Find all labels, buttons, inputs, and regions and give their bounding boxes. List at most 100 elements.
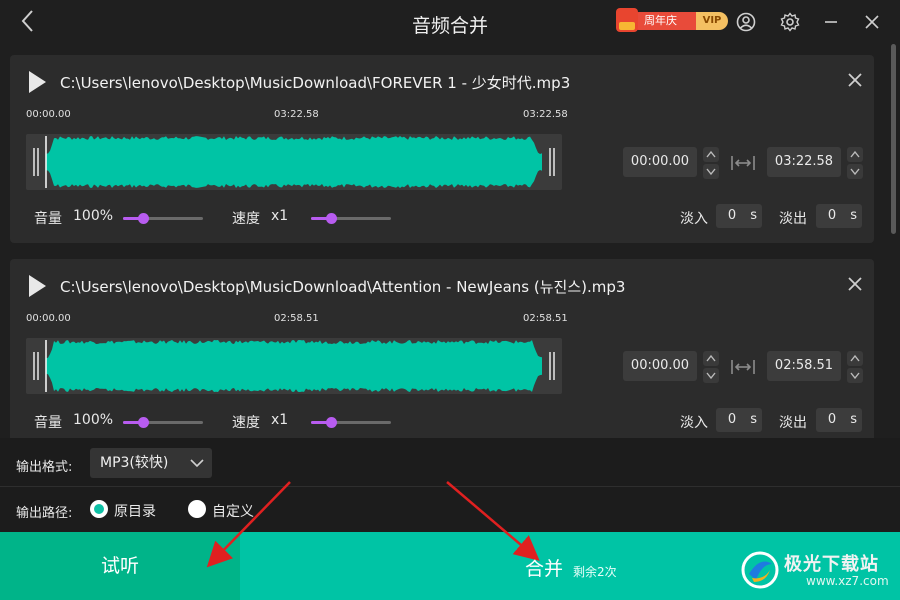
user-icon: [736, 12, 756, 32]
timeline-start-label: 00:00.00: [26, 109, 71, 120]
output-path-label: 输出路径:: [16, 506, 73, 521]
chevron-down-icon: [850, 372, 860, 380]
speed-slider[interactable]: [311, 213, 391, 225]
trim-end-handle[interactable]: [544, 134, 560, 190]
close-window-button[interactable]: [861, 11, 883, 33]
site-logo-icon: [741, 551, 779, 589]
fade-out-input[interactable]: 0 s: [816, 204, 862, 228]
fade-out-unit: s: [850, 412, 857, 427]
watermark-name: 极光下载站: [784, 554, 879, 575]
anniversary-promo-badge[interactable]: 周年庆 VIP: [616, 8, 728, 32]
increment-button[interactable]: [703, 147, 719, 162]
watermark: 极光下载站 www.xz7.com: [740, 548, 890, 592]
play-button[interactable]: [26, 69, 48, 95]
scrollbar-thumb[interactable]: [891, 44, 896, 234]
gift-icon: [616, 8, 638, 32]
fade-in-unit: s: [750, 412, 757, 427]
vip-label: VIP: [696, 12, 728, 30]
fade-in-label: 淡入: [680, 415, 708, 431]
slider-knob[interactable]: [138, 417, 149, 428]
fade-out-input[interactable]: 0 s: [816, 408, 862, 432]
decrement-button[interactable]: [703, 164, 719, 179]
range-end-input[interactable]: 02:58.51: [767, 351, 841, 381]
range-end-input[interactable]: 03:22.58: [767, 147, 841, 177]
promo-label: 周年庆: [630, 12, 700, 30]
waveform-shape: [46, 136, 542, 188]
minimize-button[interactable]: [820, 11, 842, 33]
back-button[interactable]: [16, 8, 40, 34]
radio-original-directory[interactable]: [90, 500, 108, 518]
preview-button[interactable]: 试听: [0, 532, 240, 600]
volume-slider[interactable]: [123, 213, 203, 225]
radio-custom-directory[interactable]: [188, 500, 206, 518]
play-button[interactable]: [26, 273, 48, 299]
chevron-down-icon: [706, 168, 716, 176]
chevron-up-icon: [850, 354, 860, 362]
minimize-icon: [825, 21, 837, 23]
timeline-mid-label: 03:22.58: [274, 109, 319, 120]
decrement-button[interactable]: [703, 368, 719, 383]
close-icon: [848, 277, 862, 291]
fade-in-unit: s: [750, 208, 757, 223]
watermark-url: www.xz7.com: [806, 574, 889, 588]
track-list[interactable]: C:\Users\lenovo\Desktop\MusicDownload\FO…: [0, 44, 900, 438]
close-icon: [865, 15, 879, 29]
output-format-select[interactable]: MP3(较快): [90, 448, 212, 478]
timeline-mid-label: 02:58.51: [274, 313, 319, 324]
chevron-up-icon: [706, 354, 716, 362]
decrement-button[interactable]: [847, 368, 863, 383]
output-settings: 输出格式: MP3(较快) 输出路径: 原目录 自定义: [0, 438, 900, 532]
chevron-down-icon: [850, 168, 860, 176]
fade-in-input[interactable]: 0 s: [716, 408, 762, 432]
increment-button[interactable]: [703, 351, 719, 366]
radio-custom-directory-label[interactable]: 自定义: [212, 501, 254, 521]
divider: [0, 486, 900, 487]
trim-start-handle[interactable]: [28, 338, 44, 394]
increment-button[interactable]: [847, 147, 863, 162]
fade-out-value: 0: [827, 208, 837, 223]
remove-track-button[interactable]: [846, 275, 864, 293]
track-file-path: C:\Users\lenovo\Desktop\MusicDownload\FO…: [60, 74, 571, 92]
output-format-label: 输出格式:: [16, 460, 73, 475]
range-start-stepper: [703, 147, 719, 179]
speed-label: 速度: [232, 415, 260, 431]
chevron-up-icon: [850, 150, 860, 158]
chevron-left-icon: [21, 10, 33, 32]
range-end-stepper: [847, 351, 863, 383]
range-start-input[interactable]: 00:00.00: [623, 147, 697, 177]
radio-original-directory-label[interactable]: 原目录: [114, 501, 156, 521]
timeline-end-label: 02:58.51: [523, 313, 568, 324]
remove-track-button[interactable]: [846, 71, 864, 89]
close-icon: [848, 73, 862, 87]
window-title: 音频合并: [411, 15, 488, 37]
speed-slider[interactable]: [311, 417, 391, 429]
slider-knob[interactable]: [326, 213, 337, 224]
volume-slider[interactable]: [123, 417, 203, 429]
account-button[interactable]: [735, 11, 757, 33]
speed-value: x1: [271, 208, 289, 224]
trim-end-handle[interactable]: [544, 338, 560, 394]
remaining-uses-label: 剩余2次: [573, 565, 617, 579]
speed-value: x1: [271, 412, 289, 428]
gear-icon: [780, 12, 800, 32]
trim-start-handle[interactable]: [28, 134, 44, 190]
chevron-down-icon: [190, 459, 204, 468]
waveform-editor[interactable]: [26, 134, 562, 190]
decrement-button[interactable]: [847, 164, 863, 179]
fade-out-unit: s: [850, 208, 857, 223]
fade-in-input[interactable]: 0 s: [716, 204, 762, 228]
increment-button[interactable]: [847, 351, 863, 366]
slider-knob[interactable]: [326, 417, 337, 428]
waveform-editor[interactable]: [26, 338, 562, 394]
fade-in-value: 0: [727, 412, 737, 427]
title-bar: 音频合并 周年庆 VIP: [0, 0, 900, 44]
range-start-stepper: [703, 351, 719, 383]
range-start-input[interactable]: 00:00.00: [623, 351, 697, 381]
track-file-path: C:\Users\lenovo\Desktop\MusicDownload\At…: [60, 278, 626, 296]
range-link-icon: [729, 153, 757, 173]
range-end-stepper: [847, 147, 863, 179]
timeline-end-label: 03:22.58: [523, 109, 568, 120]
settings-button[interactable]: [779, 11, 801, 33]
track-card: C:\Users\lenovo\Desktop\MusicDownload\At…: [10, 259, 874, 438]
slider-knob[interactable]: [138, 213, 149, 224]
